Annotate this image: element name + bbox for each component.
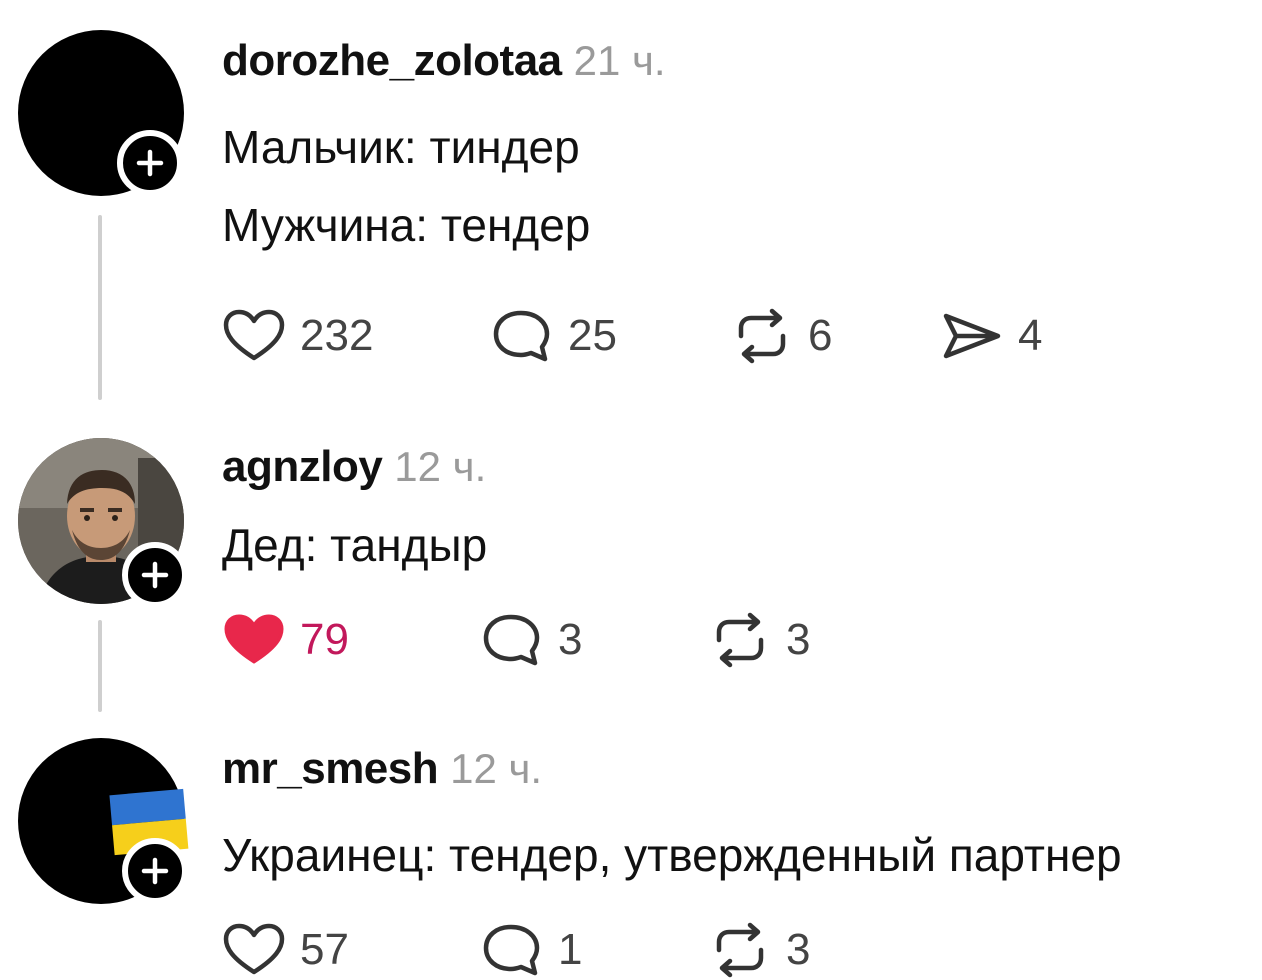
repost-button[interactable]: 3 <box>708 610 810 670</box>
follow-button[interactable] <box>122 838 188 904</box>
post-text-line: Мальчик: тиндер <box>222 121 580 173</box>
username[interactable]: dorozhe_zolotaa <box>222 36 562 85</box>
username[interactable]: agnzloy <box>222 442 383 491</box>
speech-bubble-icon <box>493 310 550 362</box>
username[interactable]: mr_smesh <box>222 744 439 793</box>
plus-icon <box>136 149 164 177</box>
post-text-line: Дед: тандыр <box>222 519 488 571</box>
like-button[interactable]: 79 <box>222 610 349 670</box>
repost-icon <box>716 612 764 668</box>
heart-icon <box>223 923 285 975</box>
post-header: mr_smesh 12 ч. <box>222 744 542 794</box>
repost-icon <box>738 308 786 364</box>
like-count: 57 <box>300 925 349 974</box>
heart-icon <box>224 614 284 664</box>
post-text-line: Украинец: тендер, утвержденный партнер <box>222 829 1122 881</box>
thread-post: mr_smesh 12 ч. Украинец: тендер, утвержде… <box>0 720 1262 978</box>
repost-count: 3 <box>786 925 811 974</box>
reply-count: 3 <box>558 615 583 664</box>
plus-icon <box>141 857 169 885</box>
like-count: 232 <box>300 311 374 360</box>
timestamp: 21 ч. <box>573 37 666 84</box>
speech-bubble-icon <box>483 924 540 976</box>
thread-line <box>98 620 102 712</box>
reply-button[interactable]: 25 <box>490 306 617 366</box>
repost-button[interactable]: 6 <box>730 306 832 366</box>
reply-count: 1 <box>558 925 583 974</box>
reply-button[interactable]: 3 <box>480 610 582 670</box>
repost-icon <box>716 922 764 978</box>
like-button[interactable]: 232 <box>222 306 373 366</box>
post-text-line: Мужчина: тендер <box>222 199 591 251</box>
timestamp: 12 ч. <box>450 745 543 792</box>
reply-button[interactable]: 1 <box>480 920 582 980</box>
follow-button[interactable] <box>117 130 183 196</box>
thread-post: dorozhe_zolotaa 21 ч. Мальчик: тиндер Муж… <box>0 0 1262 420</box>
plus-icon <box>141 561 169 589</box>
share-button[interactable]: 4 <box>940 306 1042 366</box>
like-count: 79 <box>300 615 349 664</box>
reply-count: 25 <box>568 311 617 360</box>
heart-icon <box>223 309 285 361</box>
thread-post: agnzloy 12 ч. Дед: тандыр 79 3 3 <box>0 420 1262 720</box>
paper-plane-icon <box>943 313 1001 359</box>
repost-count: 3 <box>786 615 811 664</box>
post-header: agnzloy 12 ч. <box>222 442 486 492</box>
speech-bubble-icon <box>483 614 540 666</box>
repost-button[interactable]: 3 <box>708 920 810 980</box>
repost-count: 6 <box>808 311 833 360</box>
post-header: dorozhe_zolotaa 21 ч. <box>222 36 666 86</box>
like-button[interactable]: 57 <box>222 920 349 980</box>
thread-line <box>98 215 102 400</box>
timestamp: 12 ч. <box>394 443 487 490</box>
follow-button[interactable] <box>122 542 188 608</box>
share-count: 4 <box>1018 311 1043 360</box>
